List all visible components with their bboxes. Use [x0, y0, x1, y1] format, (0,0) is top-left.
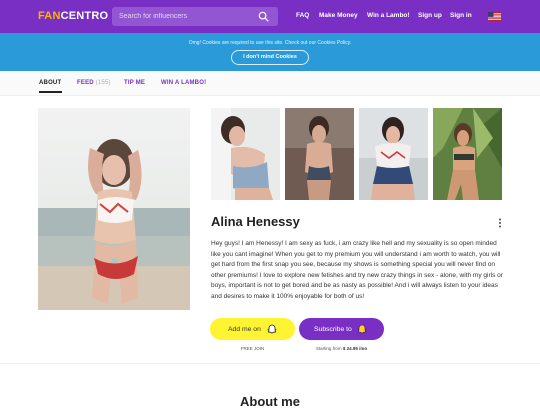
- snapchat-ghost-icon: [357, 324, 367, 334]
- add-me-on-snapchat-button[interactable]: Add me on: [210, 318, 295, 340]
- subscription-price-label: Starting from $ 24.95 /mo: [315, 346, 368, 351]
- top-navigation-bar: FANCENTRO FAQ Make Money Win a Lambo! Si…: [0, 0, 540, 33]
- search-icon[interactable]: [258, 11, 269, 22]
- profile-photo-image: [38, 108, 190, 310]
- gallery-thumbnail[interactable]: [433, 108, 502, 200]
- nav-faq-link[interactable]: FAQ: [296, 12, 309, 19]
- model-name: Alina Henessy: [211, 214, 300, 229]
- active-tab-indicator: [39, 91, 62, 93]
- tab-win-lambo[interactable]: WIN A LAMBO!: [161, 80, 206, 86]
- nav-sign-up-link[interactable]: Sign up: [418, 12, 442, 19]
- more-options-icon[interactable]: [496, 218, 504, 228]
- fancentro-logo[interactable]: FANCENTRO: [38, 10, 108, 24]
- subscribe-button[interactable]: Subscribe to: [299, 318, 384, 340]
- subscription-price: $ 24.95 /mo: [342, 346, 368, 351]
- nav-win-lambo-link[interactable]: Win a Lambo!: [367, 12, 410, 19]
- search-box[interactable]: [112, 7, 278, 26]
- tab-tip-me[interactable]: TIP ME: [124, 80, 145, 86]
- search-input[interactable]: [119, 9, 254, 24]
- nav-make-money-link[interactable]: Make Money: [319, 12, 358, 19]
- snapchat-ghost-icon: [267, 324, 277, 334]
- gallery-thumbnail[interactable]: [211, 108, 280, 200]
- cookie-banner: Omg! Cookies are required to use this si…: [0, 33, 540, 71]
- nav-sign-in-link[interactable]: Sign in: [450, 12, 472, 19]
- profile-tabs: ABOUT FEED (155) TIP ME WIN A LAMBO!: [0, 71, 540, 96]
- accept-cookies-button[interactable]: I don't mind Cookies: [231, 50, 309, 65]
- section-divider: [0, 363, 540, 364]
- about-me-heading: About me: [240, 394, 300, 409]
- us-flag-icon[interactable]: [488, 12, 501, 21]
- gallery-thumbnail[interactable]: [359, 108, 428, 200]
- cookie-message: Omg! Cookies are required to use this si…: [188, 40, 352, 46]
- feed-count: (155): [95, 80, 111, 86]
- tab-feed[interactable]: FEED (155): [77, 80, 111, 86]
- tab-about[interactable]: ABOUT: [39, 80, 61, 86]
- gallery-thumbnail[interactable]: [285, 108, 354, 200]
- profile-photo[interactable]: [38, 108, 190, 310]
- model-bio: Hey guys! I am Henessy! I am sexy as fuc…: [211, 240, 503, 300]
- free-join-label: FREE JOIN: [240, 346, 265, 351]
